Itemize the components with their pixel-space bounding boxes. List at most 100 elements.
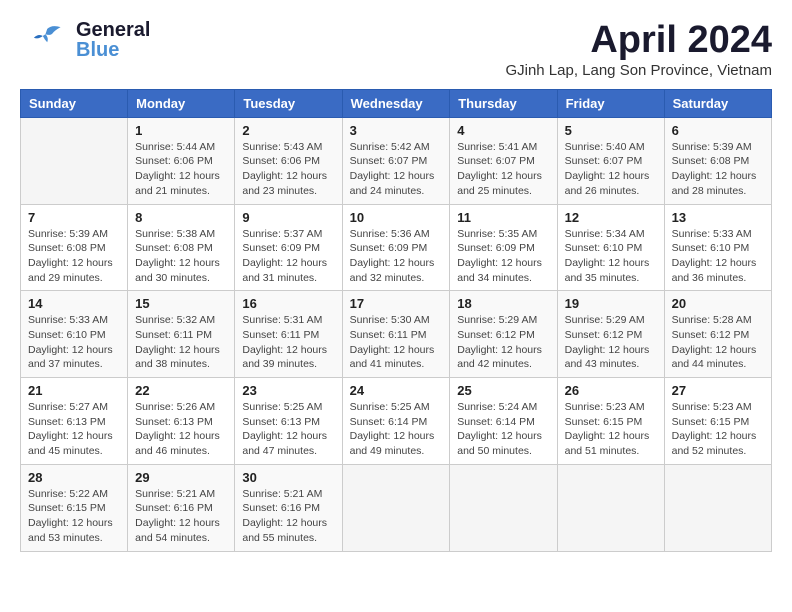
calendar-cell — [342, 464, 450, 551]
weekday-header: Friday — [557, 89, 664, 117]
calendar-cell: 20 Sunrise: 5:28 AM Sunset: 6:12 PM Dayli… — [664, 291, 771, 378]
calendar-cell: 21 Sunrise: 5:27 AM Sunset: 6:13 PM Dayli… — [21, 378, 128, 465]
day-info: Sunrise: 5:34 AM Sunset: 6:10 PM Dayligh… — [565, 227, 657, 286]
day-info: Sunrise: 5:25 AM Sunset: 6:13 PM Dayligh… — [242, 400, 334, 459]
day-number: 17 — [350, 296, 443, 311]
day-info: Sunrise: 5:33 AM Sunset: 6:10 PM Dayligh… — [672, 227, 764, 286]
day-number: 15 — [135, 296, 227, 311]
day-number: 3 — [350, 123, 443, 138]
calendar-cell: 28Sunrise: 5:22 AM Sunset: 6:15 PM Dayli… — [21, 464, 128, 551]
day-info: Sunrise: 5:40 AM Sunset: 6:07 PM Dayligh… — [565, 140, 657, 199]
day-info: Sunrise: 5:42 AM Sunset: 6:07 PM Dayligh… — [350, 140, 443, 199]
day-number: 21 — [28, 383, 120, 398]
day-info: Sunrise: 5:22 AM Sunset: 6:15 PM Dayligh… — [28, 487, 120, 546]
calendar-week-row: 14Sunrise: 5:33 AM Sunset: 6:10 PM Dayli… — [21, 291, 772, 378]
calendar-cell: 24 Sunrise: 5:25 AM Sunset: 6:14 PM Dayli… — [342, 378, 450, 465]
calendar-table: SundayMondayTuesdayWednesdayThursdayFrid… — [20, 89, 772, 552]
day-info: Sunrise: 5:37 AM Sunset: 6:09 PM Dayligh… — [242, 227, 334, 286]
day-number: 29 — [135, 470, 227, 485]
calendar-cell: 27 Sunrise: 5:23 AM Sunset: 6:15 PM Dayli… — [664, 378, 771, 465]
day-info: Sunrise: 5:28 AM Sunset: 6:12 PM Dayligh… — [672, 313, 764, 372]
calendar-cell: 22 Sunrise: 5:26 AM Sunset: 6:13 PM Dayli… — [128, 378, 235, 465]
logo-text-block: General Blue — [76, 20, 150, 60]
day-number: 14 — [28, 296, 120, 311]
day-number: 12 — [565, 210, 657, 225]
day-number: 5 — [565, 123, 657, 138]
day-info: Sunrise: 5:23 AM Sunset: 6:15 PM Dayligh… — [672, 400, 764, 459]
calendar-cell: 9 Sunrise: 5:37 AM Sunset: 6:09 PM Daylig… — [235, 204, 342, 291]
day-info: Sunrise: 5:36 AM Sunset: 6:09 PM Dayligh… — [350, 227, 443, 286]
calendar-cell — [450, 464, 557, 551]
day-number: 6 — [672, 123, 764, 138]
weekday-header: Sunday — [21, 89, 128, 117]
calendar-cell: 7Sunrise: 5:39 AM Sunset: 6:08 PM Daylig… — [21, 204, 128, 291]
day-info: Sunrise: 5:41 AM Sunset: 6:07 PM Dayligh… — [457, 140, 549, 199]
day-info: Sunrise: 5:25 AM Sunset: 6:14 PM Dayligh… — [350, 400, 443, 459]
day-number: 18 — [457, 296, 549, 311]
day-info: Sunrise: 5:43 AM Sunset: 6:06 PM Dayligh… — [242, 140, 334, 199]
day-number: 24 — [350, 383, 443, 398]
calendar-cell: 26 Sunrise: 5:23 AM Sunset: 6:15 PM Dayli… — [557, 378, 664, 465]
day-number: 9 — [242, 210, 334, 225]
logo-name: General Blue — [76, 20, 150, 60]
calendar-cell: 11Sunrise: 5:35 AM Sunset: 6:09 PM Dayli… — [450, 204, 557, 291]
day-info: Sunrise: 5:38 AM Sunset: 6:08 PM Dayligh… — [135, 227, 227, 286]
weekday-header: Tuesday — [235, 89, 342, 117]
page-header: General Blue April 2024 GJinh Lap, Lang … — [20, 20, 772, 79]
weekday-header: Saturday — [664, 89, 771, 117]
calendar-cell: 12 Sunrise: 5:34 AM Sunset: 6:10 PM Dayli… — [557, 204, 664, 291]
logo-icon — [20, 20, 70, 60]
calendar-cell: 10 Sunrise: 5:36 AM Sunset: 6:09 PM Dayli… — [342, 204, 450, 291]
day-number: 10 — [350, 210, 443, 225]
weekday-header: Wednesday — [342, 89, 450, 117]
day-number: 26 — [565, 383, 657, 398]
day-info: Sunrise: 5:21 AM Sunset: 6:16 PM Dayligh… — [242, 487, 334, 546]
location: GJinh Lap, Lang Son Province, Vietnam — [505, 62, 772, 79]
calendar-cell: 17 Sunrise: 5:30 AM Sunset: 6:11 PM Dayli… — [342, 291, 450, 378]
calendar-cell — [21, 117, 128, 204]
weekday-header: Monday — [128, 89, 235, 117]
calendar-cell — [557, 464, 664, 551]
calendar-cell: 23 Sunrise: 5:25 AM Sunset: 6:13 PM Dayli… — [235, 378, 342, 465]
day-info: Sunrise: 5:31 AM Sunset: 6:11 PM Dayligh… — [242, 313, 334, 372]
day-info: Sunrise: 5:39 AM Sunset: 6:08 PM Dayligh… — [28, 227, 120, 286]
calendar-week-row: 1Sunrise: 5:44 AM Sunset: 6:06 PM Daylig… — [21, 117, 772, 204]
day-number: 22 — [135, 383, 227, 398]
logo: General Blue — [20, 20, 150, 60]
day-number: 30 — [242, 470, 334, 485]
day-number: 16 — [242, 296, 334, 311]
day-number: 1 — [135, 123, 227, 138]
day-info: Sunrise: 5:27 AM Sunset: 6:13 PM Dayligh… — [28, 400, 120, 459]
calendar-week-row: 7Sunrise: 5:39 AM Sunset: 6:08 PM Daylig… — [21, 204, 772, 291]
weekday-header: Thursday — [450, 89, 557, 117]
day-info: Sunrise: 5:24 AM Sunset: 6:14 PM Dayligh… — [457, 400, 549, 459]
calendar-cell: 8 Sunrise: 5:38 AM Sunset: 6:08 PM Daylig… — [128, 204, 235, 291]
day-info: Sunrise: 5:30 AM Sunset: 6:11 PM Dayligh… — [350, 313, 443, 372]
day-number: 4 — [457, 123, 549, 138]
calendar-cell: 30 Sunrise: 5:21 AM Sunset: 6:16 PM Dayli… — [235, 464, 342, 551]
day-info: Sunrise: 5:29 AM Sunset: 6:12 PM Dayligh… — [457, 313, 549, 372]
day-info: Sunrise: 5:29 AM Sunset: 6:12 PM Dayligh… — [565, 313, 657, 372]
day-info: Sunrise: 5:21 AM Sunset: 6:16 PM Dayligh… — [135, 487, 227, 546]
day-number: 2 — [242, 123, 334, 138]
calendar-cell — [664, 464, 771, 551]
day-info: Sunrise: 5:39 AM Sunset: 6:08 PM Dayligh… — [672, 140, 764, 199]
day-number: 25 — [457, 383, 549, 398]
calendar-header-row: SundayMondayTuesdayWednesdayThursdayFrid… — [21, 89, 772, 117]
calendar-cell: 1Sunrise: 5:44 AM Sunset: 6:06 PM Daylig… — [128, 117, 235, 204]
day-info: Sunrise: 5:23 AM Sunset: 6:15 PM Dayligh… — [565, 400, 657, 459]
title-block: April 2024 GJinh Lap, Lang Son Province,… — [505, 20, 772, 79]
calendar-cell: 15Sunrise: 5:32 AM Sunset: 6:11 PM Dayli… — [128, 291, 235, 378]
calendar-cell: 14Sunrise: 5:33 AM Sunset: 6:10 PM Dayli… — [21, 291, 128, 378]
day-number: 27 — [672, 383, 764, 398]
month-title: April 2024 — [505, 20, 772, 62]
calendar-cell: 2 Sunrise: 5:43 AM Sunset: 6:06 PM Daylig… — [235, 117, 342, 204]
calendar-cell: 6 Sunrise: 5:39 AM Sunset: 6:08 PM Daylig… — [664, 117, 771, 204]
day-number: 13 — [672, 210, 764, 225]
day-number: 8 — [135, 210, 227, 225]
calendar-cell: 5 Sunrise: 5:40 AM Sunset: 6:07 PM Daylig… — [557, 117, 664, 204]
day-number: 23 — [242, 383, 334, 398]
day-number: 20 — [672, 296, 764, 311]
day-info: Sunrise: 5:26 AM Sunset: 6:13 PM Dayligh… — [135, 400, 227, 459]
calendar-cell: 18 Sunrise: 5:29 AM Sunset: 6:12 PM Dayli… — [450, 291, 557, 378]
